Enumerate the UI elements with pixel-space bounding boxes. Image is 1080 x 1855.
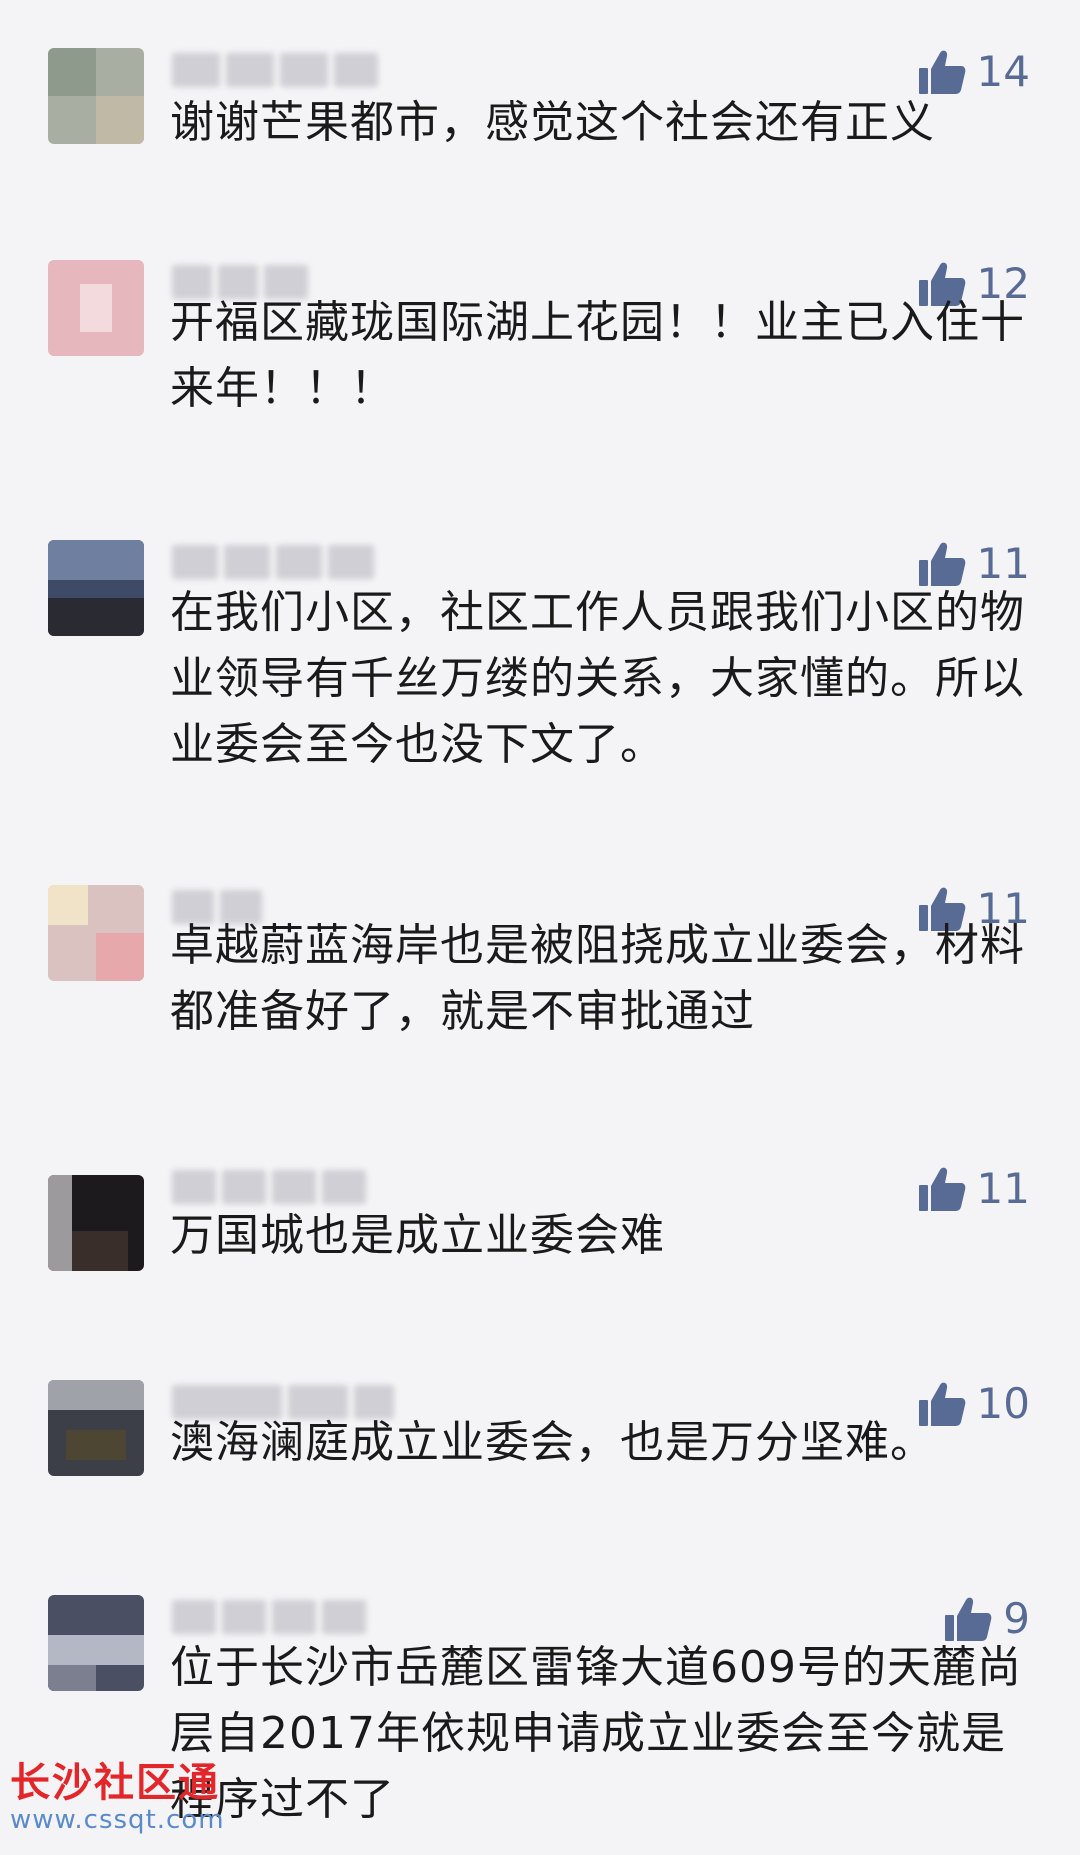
username-blurred[interactable] (172, 1595, 366, 1639)
comment-text: 谢谢芒果都市，感觉这个社会还有正义 (170, 97, 935, 148)
comment-text: 开福区藏珑国际湖上花园！！业主已入住十来年！！！ (170, 297, 1025, 414)
avatar[interactable] (48, 48, 144, 144)
like-count: 11 (976, 539, 1030, 588)
avatar[interactable] (48, 1595, 144, 1691)
like-count: 9 (1003, 1594, 1030, 1643)
comment-text: 卓越蔚蓝海岸也是被阻挠成立业委会，材料都准备好了，就是不审批通过 (170, 920, 1025, 1037)
comment-text: 万国城也是成立业委会难 (170, 1210, 665, 1261)
watermark-url: www.cssqt.com (10, 1805, 225, 1835)
comment-text: 澳海澜庭成立业委会，也是万分坚难。 (170, 1417, 935, 1468)
username-blurred[interactable] (172, 540, 374, 584)
avatar[interactable] (48, 1175, 144, 1271)
like-count: 14 (976, 47, 1030, 96)
thumbs-up-icon (918, 50, 965, 94)
like-button[interactable]: 14 (917, 48, 1030, 96)
avatar[interactable] (48, 260, 144, 356)
avatar[interactable] (48, 1380, 144, 1476)
avatar[interactable] (48, 885, 144, 981)
watermark: 长沙社区通 www.cssqt.com (10, 1761, 225, 1835)
watermark-title: 长沙社区通 (10, 1760, 220, 1806)
comment-text: 在我们小区，社区工作人员跟我们小区的物业领导有千丝万缕的关系，大家懂的。所以业委… (170, 587, 1025, 770)
comment-text: 位于长沙市岳麓区雷锋大道609号的天麓尚层自2017年依规申请成立业委会至今就是… (170, 1642, 1022, 1825)
avatar[interactable] (48, 540, 144, 636)
username-blurred[interactable] (172, 48, 378, 92)
